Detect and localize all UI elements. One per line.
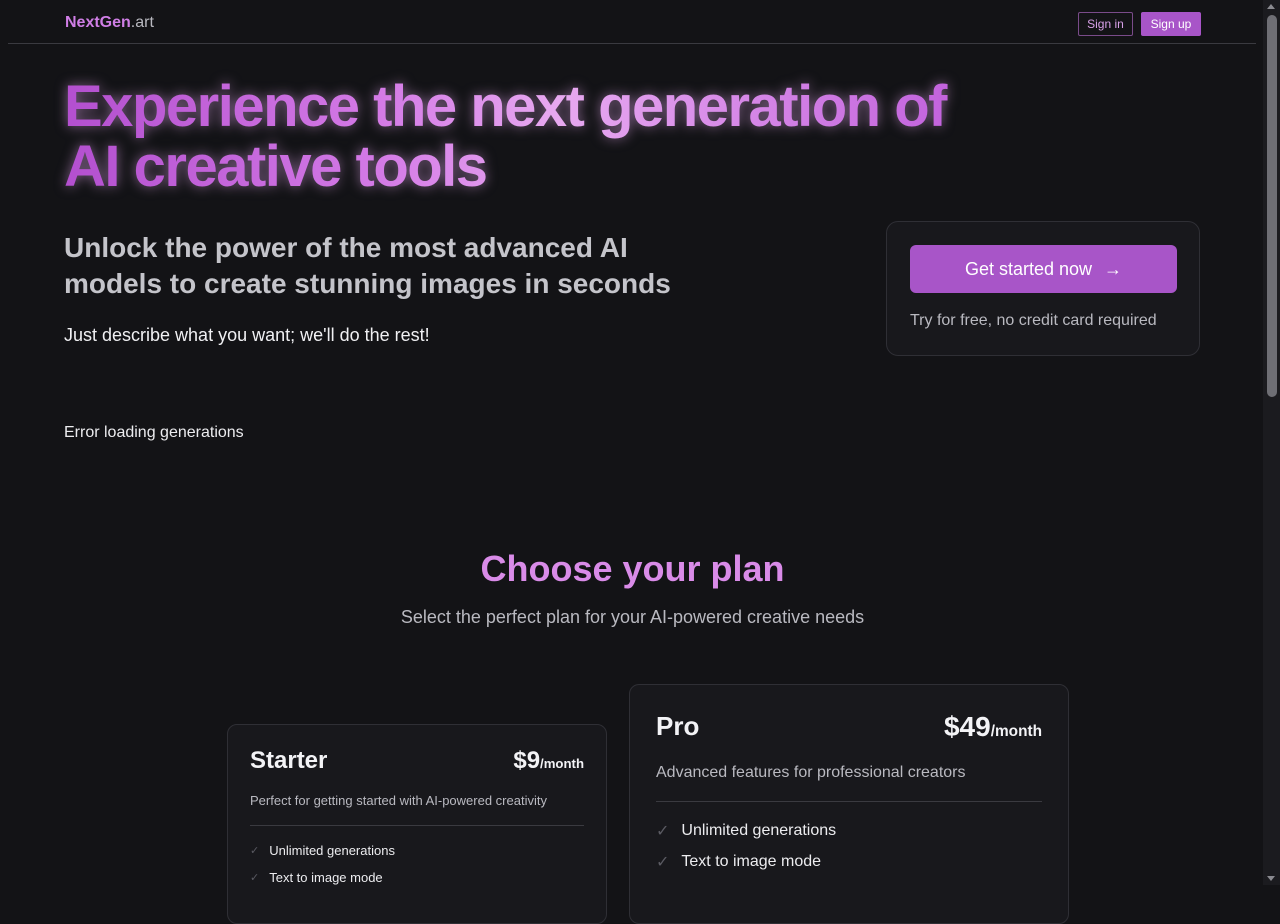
plan-description: Advanced features for professional creat… xyxy=(656,764,966,781)
logo[interactable]: NextGen.art xyxy=(65,14,154,32)
plan-card-starter[interactable]: Starter $9/month Perfect for getting sta… xyxy=(227,724,607,924)
arrow-right-icon: → xyxy=(1104,258,1123,279)
get-started-button[interactable]: Get started now → xyxy=(910,245,1177,293)
scrollbar-thumb[interactable] xyxy=(1267,15,1277,397)
plan-price: $9/month xyxy=(513,747,584,775)
pricing-title: Choose your plan xyxy=(480,548,785,589)
plan-feature: ✓ Unlimited generations xyxy=(250,843,395,858)
logo-tld: .art xyxy=(130,14,154,31)
plan-price-period: /month xyxy=(990,723,1042,740)
plan-feature-label: Unlimited generations xyxy=(681,822,837,839)
top-nav-bar: NextGen.art Sign in Sign up xyxy=(8,0,1256,44)
plan-description: Perfect for getting started with AI-powe… xyxy=(250,793,547,808)
plan-name: Starter xyxy=(250,747,328,774)
plan-feature: ✓ Text to image mode xyxy=(656,852,821,872)
page-scrollbar[interactable] xyxy=(1263,0,1280,885)
cta-card: Get started now → Try for free, no credi… xyxy=(886,221,1200,356)
hero-subtitle: Unlock the power of the most advanced AI… xyxy=(64,232,671,299)
logo-brand: NextGen xyxy=(65,14,131,31)
scroll-up-arrow-icon[interactable] xyxy=(1267,4,1275,9)
plan-divider xyxy=(656,801,1042,802)
hero-title: Experience the next generation of AI cre… xyxy=(64,77,964,197)
plan-divider xyxy=(250,825,584,826)
plan-feature-label: Unlimited generations xyxy=(269,843,395,858)
sign-up-button[interactable]: Sign up xyxy=(1141,12,1201,36)
pricing-subtitle: Select the perfect plan for your AI-powe… xyxy=(400,607,865,627)
plan-name: Pro xyxy=(656,711,700,741)
sign-in-button[interactable]: Sign in xyxy=(1078,12,1133,36)
check-icon: ✓ xyxy=(656,854,670,871)
plan-price-amount: $9 xyxy=(513,747,541,774)
scroll-down-arrow-icon[interactable] xyxy=(1267,876,1275,881)
check-icon: ✓ xyxy=(250,845,260,857)
plan-price-period: /month xyxy=(540,756,584,771)
plan-feature: ✓ Text to image mode xyxy=(250,870,383,885)
plan-price-amount: $49 xyxy=(943,711,991,742)
hero-description: Just describe what you want; we'll do th… xyxy=(64,325,430,345)
generations-error-message: Error loading generations xyxy=(64,424,244,441)
plan-card-pro[interactable]: Pro $49/month Advanced features for prof… xyxy=(629,684,1069,924)
cta-note: Try for free, no credit card required xyxy=(910,312,1157,329)
plan-feature-label: Text to image mode xyxy=(681,853,822,870)
get-started-label: Get started now xyxy=(964,258,1093,279)
plan-feature-label: Text to image mode xyxy=(269,870,383,885)
plan-price: $49/month xyxy=(944,711,1042,743)
check-icon: ✓ xyxy=(250,872,260,884)
check-icon: ✓ xyxy=(656,823,670,840)
plan-feature: ✓ Unlimited generations xyxy=(656,821,836,841)
